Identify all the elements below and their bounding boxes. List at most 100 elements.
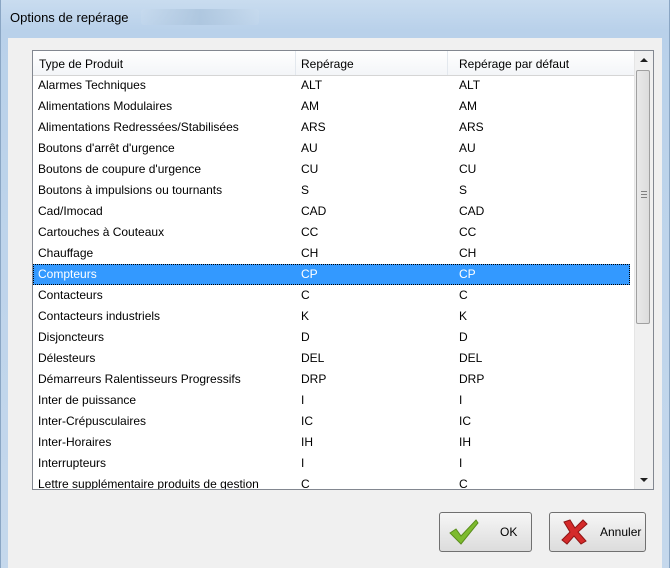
table-row[interactable]: Contacteurs C C: [33, 285, 630, 306]
default-marking-cell: CU: [459, 162, 477, 176]
table-row[interactable]: Démarreurs Ralentisseurs Progressifs DRP D…: [33, 369, 630, 390]
product-type-cell: Boutons à impulsions ou tournants: [38, 183, 223, 197]
column-header-product-type[interactable]: Type de Produit: [33, 51, 295, 75]
product-list[interactable]: Type de Produit Repérage Repérage par dé…: [32, 50, 654, 490]
dialog-client-area: Type de Produit Repérage Repérage par dé…: [8, 38, 662, 568]
scroll-thumb[interactable]: [636, 70, 650, 324]
table-row[interactable]: Chauffage CH CH: [33, 243, 630, 264]
product-type-cell: Interrupteurs: [38, 456, 107, 470]
default-marking-cell: IC: [459, 414, 471, 428]
column-header-marking[interactable]: Repérage: [295, 51, 447, 75]
arrow-down-icon: [639, 477, 648, 482]
title-bar[interactable]: Options de repérage: [1, 0, 669, 38]
table-row[interactable]: Inter-Horaires IH IH: [33, 432, 630, 453]
table-row[interactable]: Interrupteurs I I: [33, 453, 630, 474]
default-marking-cell: AM: [459, 99, 477, 113]
default-marking-cell: I: [459, 393, 463, 407]
default-marking-cell: C: [459, 288, 468, 302]
marking-cell: CP: [301, 267, 318, 281]
ok-button[interactable]: OK: [439, 512, 532, 552]
product-type-cell: Cad/Imocad: [38, 204, 103, 218]
table-row[interactable]: Lettre supplémentaire produits de gestio…: [33, 474, 630, 490]
marking-cell: DRP: [301, 372, 327, 386]
marking-cell: C: [301, 288, 310, 302]
scroll-up-button[interactable]: [635, 51, 652, 68]
marking-cell: AU: [301, 141, 318, 155]
table-row[interactable]: Disjoncteurs D D: [33, 327, 630, 348]
table-row[interactable]: Délesteurs DEL DEL: [33, 348, 630, 369]
table-row[interactable]: Boutons d'arrêt d'urgence AU AU: [33, 138, 630, 159]
marking-cell: DEL: [301, 351, 325, 365]
marking-cell: CH: [301, 246, 319, 260]
default-marking-cell: DEL: [459, 351, 483, 365]
default-marking-cell: K: [459, 309, 468, 323]
product-type-cell: Alimentations Redressées/Stabilisées: [38, 120, 239, 134]
marking-cell: IH: [301, 435, 313, 449]
scroll-down-button[interactable]: [635, 471, 652, 488]
marking-cell: CU: [301, 162, 319, 176]
marking-cell: CAD: [301, 204, 327, 218]
product-type-cell: Lettre supplémentaire produits de gestio…: [38, 477, 259, 490]
marking-cell: C: [301, 477, 310, 490]
product-type-cell: Cartouches à Couteaux: [38, 225, 165, 239]
table-row[interactable]: Alarmes Techniques ALT ALT: [33, 75, 630, 96]
column-header-default-marking[interactable]: Repérage par défaut: [447, 51, 635, 75]
product-type-cell: Chauffage: [38, 246, 94, 260]
table-row[interactable]: Inter-Crépusculaires IC IC: [33, 411, 630, 432]
product-type-cell: Inter de puissance: [38, 393, 137, 407]
default-marking-cell: D: [459, 330, 468, 344]
default-marking-cell: AU: [459, 141, 476, 155]
window-title: Options de repérage: [10, 10, 129, 25]
default-marking-cell: CH: [459, 246, 477, 260]
default-marking-cell: ARS: [459, 120, 484, 134]
marking-cell: I: [301, 456, 305, 470]
table-row[interactable]: Boutons à impulsions ou tournants S S: [33, 180, 630, 201]
cancel-button[interactable]: Annuler: [549, 512, 646, 552]
check-icon: [449, 519, 479, 545]
table-row[interactable]: Cartouches à Couteaux CC CC: [33, 222, 630, 243]
ok-button-label: OK: [500, 525, 518, 539]
product-type-cell: Contacteurs: [38, 288, 103, 302]
table-row[interactable]: Inter de puissance I I: [33, 390, 630, 411]
default-marking-cell: CAD: [459, 204, 485, 218]
title-bar-blur: [141, 9, 259, 25]
marking-cell: S: [301, 183, 310, 197]
marking-cell: ALT: [301, 78, 323, 92]
marking-cell: IC: [301, 414, 313, 428]
product-type-cell: Boutons de coupure d'urgence: [38, 162, 202, 176]
table-row[interactable]: Alimentations Modulaires AM AM: [33, 96, 630, 117]
table-row[interactable]: Compteurs CP CP: [33, 264, 630, 285]
marking-cell: AM: [301, 99, 319, 113]
product-type-cell: Démarreurs Ralentisseurs Progressifs: [38, 372, 241, 386]
table-row[interactable]: Alimentations Redressées/Stabilisées ARS A…: [33, 117, 630, 138]
marking-cell: D: [301, 330, 310, 344]
grip-icon: [641, 191, 647, 199]
table-row[interactable]: Contacteurs industriels K K: [33, 306, 630, 327]
product-type-cell: Disjoncteurs: [38, 330, 105, 344]
product-type-cell: Alarmes Techniques: [38, 78, 146, 92]
table-row[interactable]: Boutons de coupure d'urgence CU CU: [33, 159, 630, 180]
product-type-cell: Alimentations Modulaires: [38, 99, 173, 113]
default-marking-cell: IH: [459, 435, 471, 449]
table-row[interactable]: Cad/Imocad CAD CAD: [33, 201, 630, 222]
vertical-scrollbar[interactable]: [634, 51, 653, 489]
default-marking-cell: S: [459, 183, 468, 197]
product-type-cell: Inter-Crépusculaires: [38, 414, 147, 428]
product-type-cell: Délesteurs: [38, 351, 96, 365]
product-type-cell: Compteurs: [38, 267, 97, 281]
default-marking-cell: CP: [459, 267, 476, 281]
product-type-cell: Boutons d'arrêt d'urgence: [38, 141, 175, 155]
marking-cell: I: [301, 393, 305, 407]
product-type-cell: Contacteurs industriels: [38, 309, 161, 323]
list-header: Type de Produit Repérage Repérage par dé…: [33, 51, 635, 76]
default-marking-cell: CC: [459, 225, 477, 239]
marking-cell: ARS: [301, 120, 326, 134]
marking-cell: CC: [301, 225, 319, 239]
arrow-up-icon: [639, 57, 648, 62]
x-icon: [561, 519, 588, 545]
product-type-cell: Inter-Horaires: [38, 435, 112, 449]
default-marking-cell: DRP: [459, 372, 485, 386]
marking-cell: K: [301, 309, 310, 323]
default-marking-cell: C: [459, 477, 468, 490]
default-marking-cell: I: [459, 456, 463, 470]
